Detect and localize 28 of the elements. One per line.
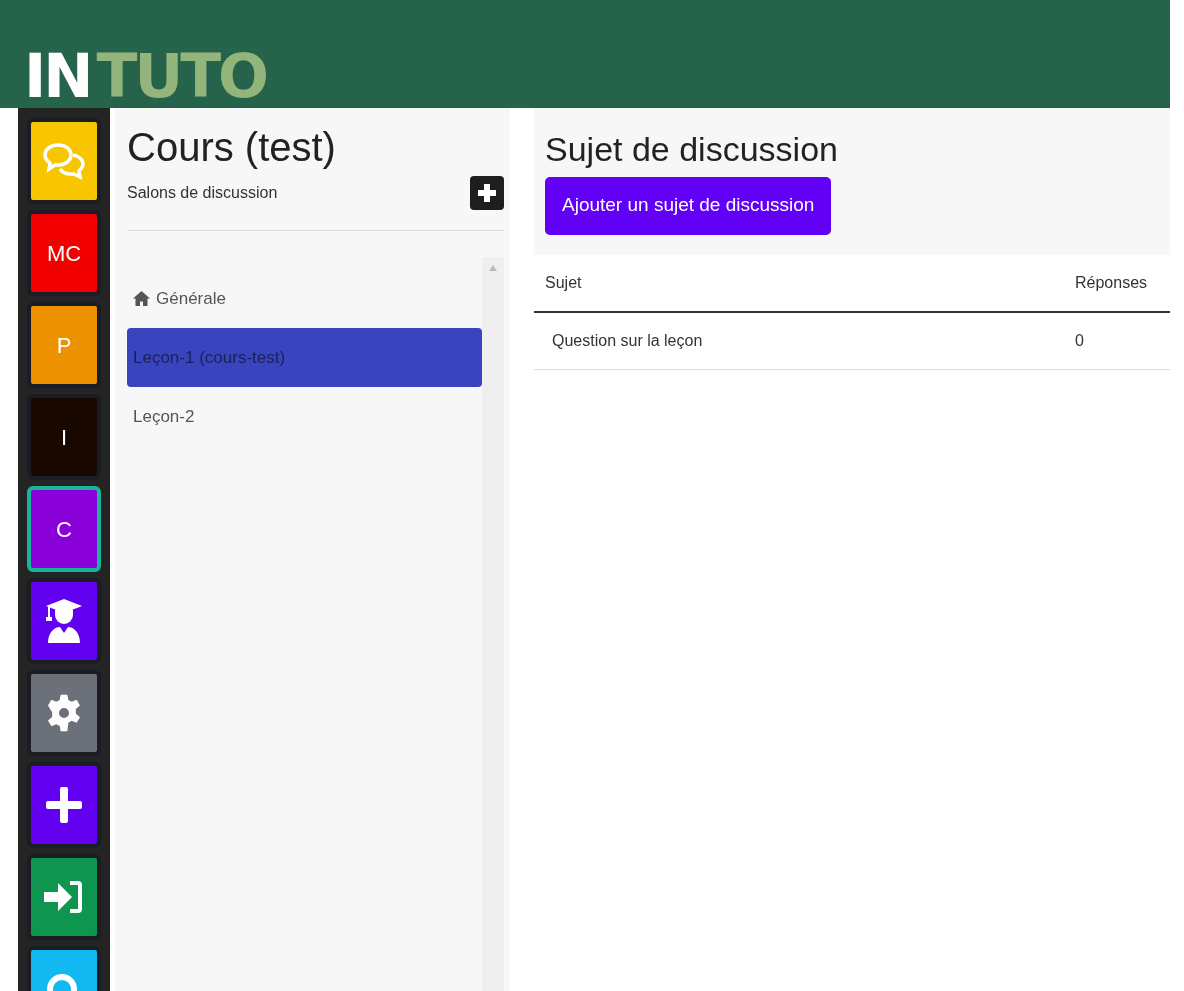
rail-button[interactable]: I bbox=[27, 394, 101, 480]
table-row[interactable]: Question sur la leçon 0 bbox=[534, 312, 1170, 370]
rail-button[interactable]: MC bbox=[27, 210, 101, 296]
add-topic-button[interactable]: Ajouter un sujet de discussion bbox=[545, 176, 832, 235]
graduate-icon bbox=[44, 597, 84, 645]
plus-icon bbox=[44, 785, 84, 825]
logo: INTUTO bbox=[24, 40, 267, 108]
table-cell-text: 0 bbox=[1075, 330, 1085, 351]
scrollbar[interactable] bbox=[482, 257, 504, 991]
rooms-label: Salons de discussion bbox=[127, 183, 278, 203]
room-item[interactable]: Leçon-2 bbox=[127, 387, 482, 446]
plus-icon bbox=[477, 183, 497, 203]
table-cell-text: Question sur la leçon bbox=[552, 330, 704, 351]
rail-button[interactable] bbox=[27, 670, 101, 756]
room-item[interactable]: Générale bbox=[127, 269, 482, 328]
rail-button[interactable] bbox=[27, 762, 101, 848]
column-header: Réponses bbox=[1075, 272, 1149, 293]
scroll-up-icon bbox=[489, 265, 497, 271]
rail-button[interactable] bbox=[27, 854, 101, 940]
topic-title: Sujet de discussion bbox=[545, 129, 839, 170]
rail-button[interactable]: C bbox=[27, 486, 101, 572]
chat-icon bbox=[42, 141, 86, 181]
column-header: Sujet bbox=[545, 272, 583, 293]
home-icon bbox=[133, 291, 150, 306]
rail-button[interactable] bbox=[27, 118, 101, 204]
rail-button[interactable] bbox=[27, 578, 101, 664]
add-room-button[interactable] bbox=[470, 176, 504, 210]
course-title: Cours (test) bbox=[127, 124, 337, 171]
